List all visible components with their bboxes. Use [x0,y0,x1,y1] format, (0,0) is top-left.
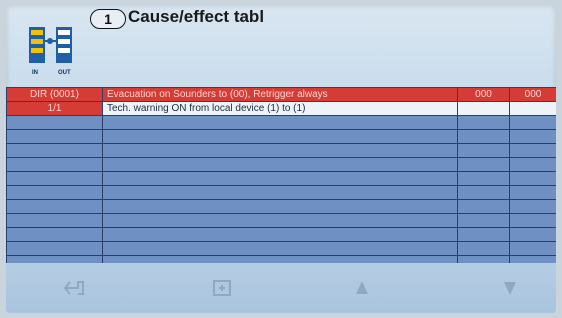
header: IN OUT 1 Cause/effect tabl [6,5,556,87]
cause-effect-table: DIR (0001) Evacuation on Sounders to (00… [6,87,556,284]
svg-text:OUT: OUT [58,70,71,76]
empty-cell [102,143,458,158]
empty-cell [509,129,556,144]
back-button[interactable] [54,275,94,301]
empty-cell [102,213,458,228]
page-title: Cause/effect tabl [128,7,265,26]
empty-cell [6,129,103,144]
empty-cell [509,115,556,130]
edit-icon [213,280,231,296]
cause-effect-app-icon: IN OUT [26,21,78,79]
table-row-empty[interactable] [6,213,556,228]
empty-cell [6,227,103,242]
empty-cell [509,213,556,228]
svg-text:IN: IN [32,70,38,76]
empty-cell [457,171,510,186]
empty-cell [6,171,103,186]
table-row-empty[interactable] [6,129,556,144]
empty-cell [457,115,510,130]
table-row-empty[interactable] [6,171,556,186]
empty-cell [102,129,458,144]
empty-cell [6,185,103,200]
table-row-empty[interactable] [6,199,556,214]
row-value-cell [509,101,556,116]
row-description-cell: Evacuation on Sounders to (00), Retrigge… [102,87,458,102]
table-row-selected[interactable]: 1/1 Tech. warning ON from local device (… [6,101,556,116]
empty-cell [102,241,458,256]
empty-cell [6,157,103,172]
empty-cell [457,199,510,214]
empty-cell [102,227,458,242]
empty-cell [102,157,458,172]
table-row[interactable]: DIR (0001) Evacuation on Sounders to (00… [6,87,556,102]
empty-cell [509,185,556,200]
empty-cell [509,241,556,256]
scroll-down-button[interactable] [490,275,530,301]
down-arrow-icon [504,282,516,295]
row-value-cell: 000 [509,87,556,102]
empty-cell [6,241,103,256]
empty-cell [102,115,458,130]
empty-cell [457,241,510,256]
table-row-empty[interactable] [6,143,556,158]
scroll-up-button[interactable] [342,275,382,301]
panel-screen: IN OUT 1 Cause/effect tabl DIR (0001) Ev… [6,5,556,313]
empty-cell [457,129,510,144]
table-row-empty[interactable] [6,157,556,172]
table-row-empty[interactable] [6,227,556,242]
empty-cell [509,227,556,242]
empty-cell [509,143,556,158]
table-number-badge: 1 [90,9,126,29]
row-description-cell: Tech. warning ON from local device (1) t… [102,101,458,116]
row-value-cell [457,101,510,116]
edit-button[interactable] [202,275,242,301]
empty-cell [509,171,556,186]
empty-cell [457,227,510,242]
empty-cell [509,157,556,172]
empty-cell [102,171,458,186]
up-arrow-icon [356,281,368,294]
empty-cell [509,199,556,214]
back-icon [63,281,84,295]
table-row-empty[interactable] [6,185,556,200]
row-id-cell: DIR (0001) [6,87,103,102]
empty-cell [6,213,103,228]
table-row-empty[interactable] [6,115,556,130]
row-id-cell: 1/1 [6,101,103,116]
empty-cell [6,199,103,214]
empty-cell [102,185,458,200]
empty-cell [457,185,510,200]
empty-cell [457,213,510,228]
empty-cell [6,115,103,130]
row-value-cell: 000 [457,87,510,102]
empty-cell [457,143,510,158]
table-row-empty[interactable] [6,241,556,256]
empty-cell [102,199,458,214]
empty-cell [457,157,510,172]
footer-toolbar [6,263,556,313]
empty-cell [6,143,103,158]
